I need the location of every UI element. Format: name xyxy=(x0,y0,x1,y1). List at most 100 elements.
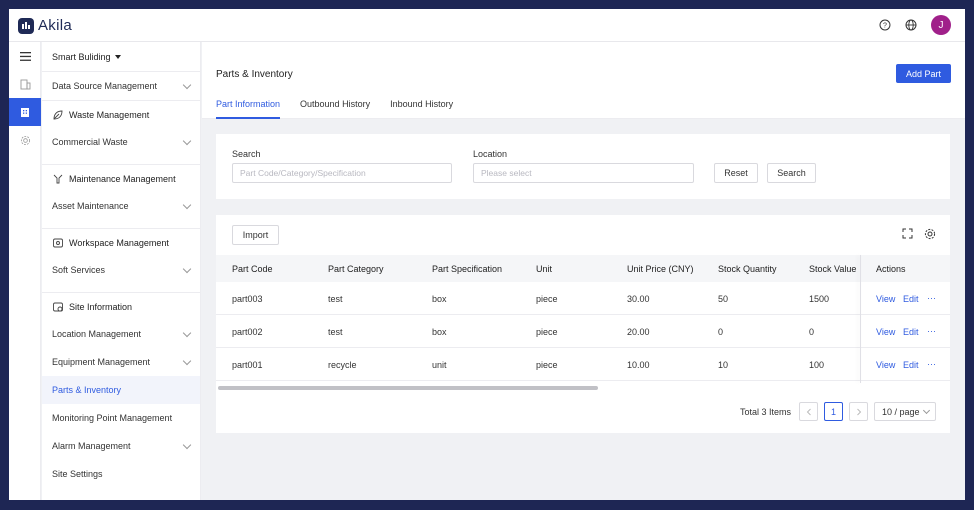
edit-link[interactable]: Edit xyxy=(903,327,919,337)
table-row: part003 test box piece 30.00 50 1500 Vie… xyxy=(216,282,950,315)
main-content: Parts & Inventory Add Part Part Informat… xyxy=(202,42,965,500)
sidebar: Smart Buliding Data Source Management Wa… xyxy=(42,42,201,500)
sidebar-item-label: Monitoring Point Management xyxy=(52,413,173,423)
chevron-down-icon xyxy=(182,264,192,273)
more-actions-icon[interactable]: ··· xyxy=(927,293,936,303)
site-selector[interactable]: Smart Buliding xyxy=(42,42,200,72)
cell-unit-price: 30.00 xyxy=(627,294,650,304)
edit-link[interactable]: Edit xyxy=(903,294,919,304)
cell-part-code: part003 xyxy=(232,294,263,304)
help-icon[interactable]: ? xyxy=(879,19,891,31)
more-actions-icon[interactable]: ··· xyxy=(927,359,936,369)
add-part-button[interactable]: Add Part xyxy=(896,64,951,83)
wrench-icon xyxy=(53,174,63,183)
site-information-icon[interactable] xyxy=(9,98,41,126)
previous-page-button[interactable] xyxy=(799,402,818,421)
fixed-column-divider xyxy=(860,255,861,383)
cell-part-category: test xyxy=(328,294,343,304)
location-label: Location xyxy=(473,149,508,159)
app-window: Akila ? J Smart Buliding Data Source Man… xyxy=(9,9,965,500)
horizontal-scrollbar[interactable] xyxy=(218,386,598,390)
sidebar-item-commercial-waste[interactable]: Commercial Waste xyxy=(42,128,200,156)
sidebar-section-label: Waste Management xyxy=(69,109,150,120)
tab-part-information[interactable]: Part Information xyxy=(216,99,281,119)
sidebar-item-location-management[interactable]: Location Management xyxy=(42,320,200,348)
cell-unit: piece xyxy=(536,327,558,337)
top-bar: Akila ? J xyxy=(9,9,965,42)
user-avatar[interactable]: J xyxy=(931,15,951,35)
search-label: Search xyxy=(232,149,261,159)
search-input[interactable]: Part Code/Category/Specification xyxy=(232,163,452,183)
cell-stock-value: 1500 xyxy=(809,294,830,304)
menu-icon[interactable] xyxy=(9,42,41,70)
building-icon[interactable] xyxy=(9,70,41,98)
sidebar-item-label: Soft Services xyxy=(52,265,106,275)
column-header-stock-value[interactable]: Stock Value xyxy=(809,264,856,274)
sidebar-section-maintenance-management: Maintenance Management xyxy=(42,164,200,192)
edit-link[interactable]: Edit xyxy=(903,360,919,370)
cell-part-specification: box xyxy=(432,327,447,337)
cell-unit: piece xyxy=(536,294,558,304)
reset-button[interactable]: Reset xyxy=(714,163,758,183)
pagination: Total 3 Items 1 10 / page xyxy=(740,402,936,421)
sidebar-item-alarm-management[interactable]: Alarm Management xyxy=(42,432,200,460)
app-name: Akila xyxy=(38,17,73,34)
sidebar-item-label: Asset Maintenance xyxy=(52,201,129,211)
sidebar-item-asset-maintenance[interactable]: Asset Maintenance xyxy=(42,192,200,220)
sidebar-item-site-settings[interactable]: Site Settings xyxy=(42,460,200,488)
page-number-button[interactable]: 1 xyxy=(824,402,843,421)
sidebar-section-label: Site Information xyxy=(69,301,133,312)
location-select[interactable]: Please select xyxy=(473,163,694,183)
site-selector-label: Smart Buliding xyxy=(52,51,111,62)
globe-icon[interactable] xyxy=(905,19,917,31)
view-link[interactable]: View xyxy=(876,327,895,337)
chevron-down-icon xyxy=(182,80,192,89)
sidebar-item-label: Parts & Inventory xyxy=(52,385,122,395)
next-page-button[interactable] xyxy=(849,402,868,421)
total-items: Total 3 Items xyxy=(739,406,791,417)
sidebar-section-workspace-management: Workspace Management xyxy=(42,228,200,256)
tab-inbound-history[interactable]: Inbound History xyxy=(390,99,453,119)
chevron-down-icon xyxy=(922,406,931,414)
chevron-down-icon xyxy=(182,440,192,449)
sidebar-item-monitoring-point-management[interactable]: Monitoring Point Management xyxy=(42,404,200,432)
more-actions-icon[interactable]: ··· xyxy=(927,326,936,336)
view-link[interactable]: View xyxy=(876,360,895,370)
view-link[interactable]: View xyxy=(876,294,895,304)
sidebar-item-equipment-management[interactable]: Equipment Management xyxy=(42,348,200,376)
column-header-part-code[interactable]: Part Code xyxy=(232,264,273,274)
app-logo[interactable]: Akila xyxy=(18,17,72,34)
sidebar-item-soft-services[interactable]: Soft Services xyxy=(42,256,200,284)
sidebar-section-waste-management: Waste Management xyxy=(42,100,200,128)
cell-unit: piece xyxy=(536,360,558,370)
cell-part-category: test xyxy=(328,327,343,337)
workspace-icon xyxy=(53,238,63,247)
chevron-down-icon xyxy=(182,136,192,145)
page-header: Parts & Inventory Add Part Part Informat… xyxy=(202,42,965,119)
page-title: Parts & Inventory xyxy=(216,69,293,80)
fullscreen-icon[interactable] xyxy=(902,228,913,239)
sidebar-item-parts-inventory[interactable]: Parts & Inventory xyxy=(42,376,200,404)
column-header-unit-price[interactable]: Unit Price (CNY) xyxy=(627,264,694,274)
chevron-right-icon xyxy=(856,408,861,415)
column-header-part-category[interactable]: Part Category xyxy=(328,264,384,274)
cell-part-code: part001 xyxy=(232,360,263,370)
tab-outbound-history[interactable]: Outbound History xyxy=(300,99,370,119)
chevron-down-icon xyxy=(182,356,192,365)
import-button[interactable]: Import xyxy=(232,225,279,245)
gear-icon[interactable] xyxy=(9,126,41,154)
settings-icon[interactable] xyxy=(924,228,936,240)
column-header-part-specification[interactable]: Part Specification xyxy=(432,264,502,274)
page-size-select[interactable]: 10 / page xyxy=(874,402,936,421)
cell-stock-quantity: 10 xyxy=(718,360,729,370)
search-input-placeholder: Part Code/Category/Specification xyxy=(240,168,366,178)
akila-logo-icon xyxy=(18,17,34,34)
sidebar-item-data-source-management[interactable]: Data Source Management xyxy=(42,72,200,100)
sidebar-item-label: Location Management xyxy=(52,329,142,339)
column-header-unit[interactable]: Unit xyxy=(536,264,552,274)
cell-part-specification: unit xyxy=(432,360,447,370)
sidebar-section-site-information: Site Information xyxy=(42,292,200,320)
search-button[interactable]: Search xyxy=(767,163,816,183)
cell-unit-price: 20.00 xyxy=(627,327,650,337)
column-header-stock-quantity[interactable]: Stock Quantity xyxy=(718,264,777,274)
